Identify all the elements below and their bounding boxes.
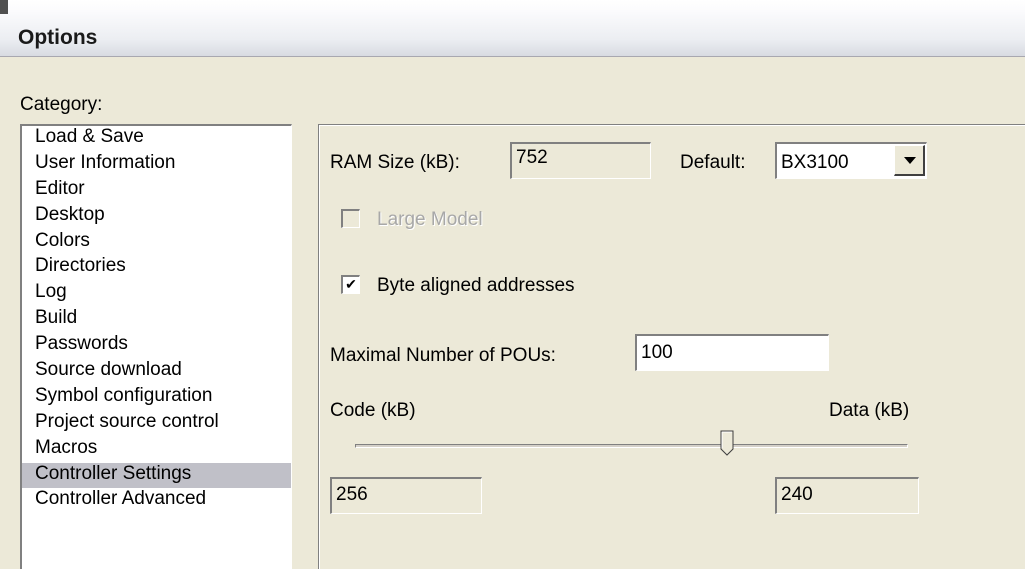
code-data-slider-track: [355, 444, 908, 448]
code-label: Code (kB): [330, 400, 416, 421]
byte-aligned-checkbox[interactable]: ✔: [341, 275, 360, 294]
category-item[interactable]: Build: [22, 307, 291, 333]
byte-aligned-label: Byte aligned addresses: [377, 275, 575, 296]
category-item[interactable]: Project source control: [22, 411, 291, 437]
default-label: Default:: [680, 152, 746, 173]
category-item[interactable]: Passwords: [22, 333, 291, 359]
ram-size-label: RAM Size (kB):: [330, 152, 460, 173]
category-items: Load & Save User Information Editor Desktop…: [22, 126, 291, 514]
default-select[interactable]: BX3100: [775, 142, 927, 179]
category-item[interactable]: Symbol configuration: [22, 385, 291, 411]
category-item[interactable]: Log: [22, 281, 291, 307]
category-item[interactable]: Controller Settings: [22, 462, 291, 489]
category-list[interactable]: Load & Save User Information Editor Desktop…: [20, 124, 292, 569]
category-item[interactable]: Directories: [22, 255, 291, 281]
data-size-field: 240: [775, 477, 919, 514]
default-select-value: BX3100: [781, 152, 849, 173]
large-model-label: Large Model: [377, 209, 483, 230]
max-pous-input[interactable]: [635, 334, 829, 371]
chevron-down-icon: [904, 157, 916, 164]
ram-size-field: 752: [510, 142, 651, 179]
default-select-dropdown-button[interactable]: [894, 145, 925, 176]
category-label: Category:: [20, 94, 103, 115]
code-data-slider-thumb[interactable]: [720, 430, 734, 456]
category-item[interactable]: Editor: [22, 178, 291, 204]
category-item[interactable]: Source download: [22, 359, 291, 385]
category-item[interactable]: Colors: [22, 230, 291, 256]
check-icon: ✔: [345, 276, 357, 292]
window-corner: [0, 0, 8, 14]
title-bar: Options: [0, 0, 1025, 57]
category-item[interactable]: Macros: [22, 437, 291, 463]
code-size-field: 256: [330, 477, 482, 514]
category-item[interactable]: User Information: [22, 152, 291, 178]
category-item[interactable]: Desktop: [22, 204, 291, 230]
max-pous-label: Maximal Number of POUs:: [330, 345, 556, 366]
data-label: Data (kB): [829, 400, 910, 421]
window-title: Options: [18, 26, 98, 49]
category-item[interactable]: Load & Save: [22, 126, 291, 152]
category-item[interactable]: Controller Advanced: [22, 488, 291, 514]
large-model-checkbox[interactable]: [341, 209, 360, 228]
